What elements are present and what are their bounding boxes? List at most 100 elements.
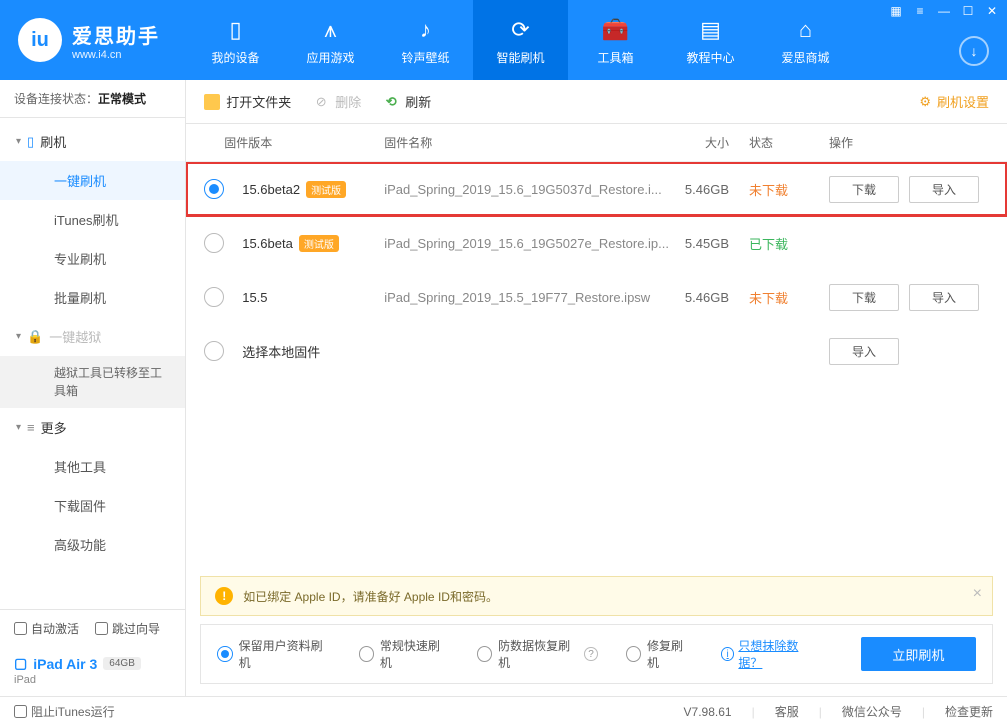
radio-icon xyxy=(477,646,492,662)
ipad-icon: ▢ xyxy=(14,655,27,672)
gear-icon: ⚙ xyxy=(919,94,931,110)
radio-icon[interactable] xyxy=(204,233,224,253)
info-icon: i xyxy=(721,647,734,661)
sidebar-item-batch-flash[interactable]: 批量刷机 xyxy=(0,278,185,317)
col-name: 固件名称 xyxy=(384,134,669,151)
nav-my-device[interactable]: ▯我的设备 xyxy=(188,0,283,80)
flash-settings-button[interactable]: ⚙刷机设置 xyxy=(919,92,989,111)
firmware-name: iPad_Spring_2019_15.6_19G5037d_Restore.i… xyxy=(384,182,669,197)
erase-only-link[interactable]: i只想抹除数据？ xyxy=(721,637,819,671)
flash-options: 保留用户资料刷机 常规快速刷机 防数据恢复刷机? 修复刷机 i只想抹除数据？ 立… xyxy=(200,624,993,684)
opt-normal[interactable]: 常规快速刷机 xyxy=(359,637,449,671)
firmware-list: 15.6beta2 测试版 iPad_Spring_2019_15.6_19G503… xyxy=(186,162,1007,576)
firmware-status: 未下载 xyxy=(749,180,829,199)
import-button[interactable]: 导入 xyxy=(829,338,899,365)
radio-icon[interactable] xyxy=(204,287,224,307)
app-subtitle: www.i4.cn xyxy=(72,49,160,61)
chevron-down-icon: ▾ xyxy=(16,422,21,433)
close-info-button[interactable]: × xyxy=(973,585,982,603)
footer: 阻止iTunes运行 V7.98.61 | 客服 | 微信公众号 | 检查更新 xyxy=(0,696,1007,726)
nav-flash[interactable]: ⟳智能刷机 xyxy=(473,0,568,80)
firmware-name: iPad_Spring_2019_15.6_19G5027e_Restore.i… xyxy=(384,236,669,251)
apps-icon: ⩚ xyxy=(324,15,336,45)
toolbox-icon: 🧰 xyxy=(602,15,629,45)
sidebar-item-pro-flash[interactable]: 专业刷机 xyxy=(0,239,185,278)
nav-apps[interactable]: ⩚应用游戏 xyxy=(283,0,378,80)
store-icon: ⌂ xyxy=(799,15,812,45)
firmware-size: 5.45GB xyxy=(669,236,749,251)
music-icon: ♪ xyxy=(420,15,431,45)
wechat-link[interactable]: 微信公众号 xyxy=(842,703,902,720)
col-status: 状态 xyxy=(749,134,829,151)
folder-icon xyxy=(204,94,220,110)
download-button[interactable]: 下载 xyxy=(829,176,899,203)
minimize-icon[interactable]: — xyxy=(937,4,951,18)
nav-store[interactable]: ⌂爱思商城 xyxy=(758,0,853,80)
toolbar: 打开文件夹 ⊘删除 ⟲刷新 ⚙刷机设置 xyxy=(186,80,1007,124)
customer-service-link[interactable]: 客服 xyxy=(775,703,799,720)
sidebar-cat-flash[interactable]: ▾▯刷机 xyxy=(0,122,185,161)
nav-ringtone[interactable]: ♪铃声壁纸 xyxy=(378,0,473,80)
sidebar-item-other-tools[interactable]: 其他工具 xyxy=(0,447,185,486)
sidebar-item-oneclick-flash[interactable]: 一键刷机 xyxy=(0,161,185,200)
delete-icon: ⊘ xyxy=(313,94,329,110)
sidebar-item-advanced[interactable]: 高级功能 xyxy=(0,525,185,564)
check-update-link[interactable]: 检查更新 xyxy=(945,703,993,720)
phone-icon: ▯ xyxy=(27,134,34,150)
nav-toolbox[interactable]: 🧰工具箱 xyxy=(568,0,663,80)
firmware-version: 15.5 xyxy=(242,290,267,305)
opt-anti-recovery[interactable]: 防数据恢复刷机? xyxy=(477,637,598,671)
close-icon[interactable]: ✕ xyxy=(985,4,999,18)
flash-now-button[interactable]: 立即刷机 xyxy=(861,637,976,671)
menu-icon[interactable]: ≡ xyxy=(913,4,927,18)
help-icon[interactable]: ? xyxy=(584,647,597,661)
logo-icon: iu xyxy=(18,18,62,62)
radio-icon[interactable] xyxy=(204,341,224,361)
firmware-row[interactable]: 15.6beta2 测试版 iPad_Spring_2019_15.6_19G503… xyxy=(186,162,1007,216)
col-size: 大小 xyxy=(669,134,749,151)
maximize-icon[interactable]: ☐ xyxy=(961,4,975,18)
sidebar-cat-more[interactable]: ▾≡更多 xyxy=(0,408,185,447)
radio-icon[interactable] xyxy=(204,179,224,199)
beta-badge: 测试版 xyxy=(306,181,346,198)
col-ops: 操作 xyxy=(829,134,989,151)
firmware-row[interactable]: 15.6beta测试版iPad_Spring_2019_15.6_19G5027… xyxy=(186,216,1007,270)
firmware-name: iPad_Spring_2019_15.5_19F77_Restore.ipsw xyxy=(384,290,669,305)
auto-activate-checkbox[interactable]: 自动激活 xyxy=(14,620,79,637)
grid-icon[interactable]: ▦ xyxy=(889,4,903,18)
sidebar-item-itunes-flash[interactable]: iTunes刷机 xyxy=(0,200,185,239)
more-icon: ≡ xyxy=(27,420,35,435)
stop-itunes-checkbox[interactable]: 阻止iTunes运行 xyxy=(14,703,115,720)
chevron-down-icon: ▾ xyxy=(16,136,21,147)
import-button[interactable]: 导入 xyxy=(909,176,979,203)
window-controls: ▦ ≡ — ☐ ✕ xyxy=(889,4,999,18)
download-button[interactable]: ↓ xyxy=(959,36,989,66)
firmware-version: 15.6beta2 xyxy=(242,182,300,197)
device-info[interactable]: ▢iPad Air 364GB iPad xyxy=(0,647,185,696)
sidebar-item-download-fw[interactable]: 下载固件 xyxy=(0,486,185,525)
app-header: ▦ ≡ — ☐ ✕ iu 爱思助手 www.i4.cn ▯我的设备 ⩚应用游戏 … xyxy=(0,0,1007,80)
app-logo: iu 爱思助手 www.i4.cn xyxy=(0,18,178,62)
book-icon: ▤ xyxy=(700,15,721,45)
opt-keep-data[interactable]: 保留用户资料刷机 xyxy=(217,637,330,671)
sidebar-cat-jailbreak: ▾🔒一键越狱 xyxy=(0,317,185,356)
import-button[interactable]: 导入 xyxy=(909,284,979,311)
connection-status: 设备连接状态：正常模式 xyxy=(0,80,185,118)
table-header: 固件版本 固件名称 大小 状态 操作 xyxy=(186,124,1007,162)
radio-icon xyxy=(359,646,374,662)
firmware-row[interactable]: 15.5 iPad_Spring_2019_15.5_19F77_Restore.… xyxy=(186,270,1007,324)
main-panel: 打开文件夹 ⊘删除 ⟲刷新 ⚙刷机设置 固件版本 固件名称 大小 状态 操作 1… xyxy=(186,80,1007,696)
info-text: 如已绑定 Apple ID，请准备好 Apple ID和密码。 xyxy=(243,588,498,605)
refresh-button[interactable]: ⟲刷新 xyxy=(383,92,431,111)
local-firmware-row[interactable]: 选择本地固件导入 xyxy=(186,324,1007,378)
flash-icon: ⟳ xyxy=(511,15,529,45)
firmware-status: 已下载 xyxy=(749,234,829,253)
beta-badge: 测试版 xyxy=(299,235,339,252)
opt-repair[interactable]: 修复刷机 xyxy=(626,637,693,671)
open-folder-button[interactable]: 打开文件夹 xyxy=(204,92,291,111)
download-button[interactable]: 下载 xyxy=(829,284,899,311)
radio-icon xyxy=(626,646,641,662)
nav-tutorial[interactable]: ▤教程中心 xyxy=(663,0,758,80)
firmware-size: 5.46GB xyxy=(669,290,749,305)
skip-guide-checkbox[interactable]: 跳过向导 xyxy=(95,620,160,637)
